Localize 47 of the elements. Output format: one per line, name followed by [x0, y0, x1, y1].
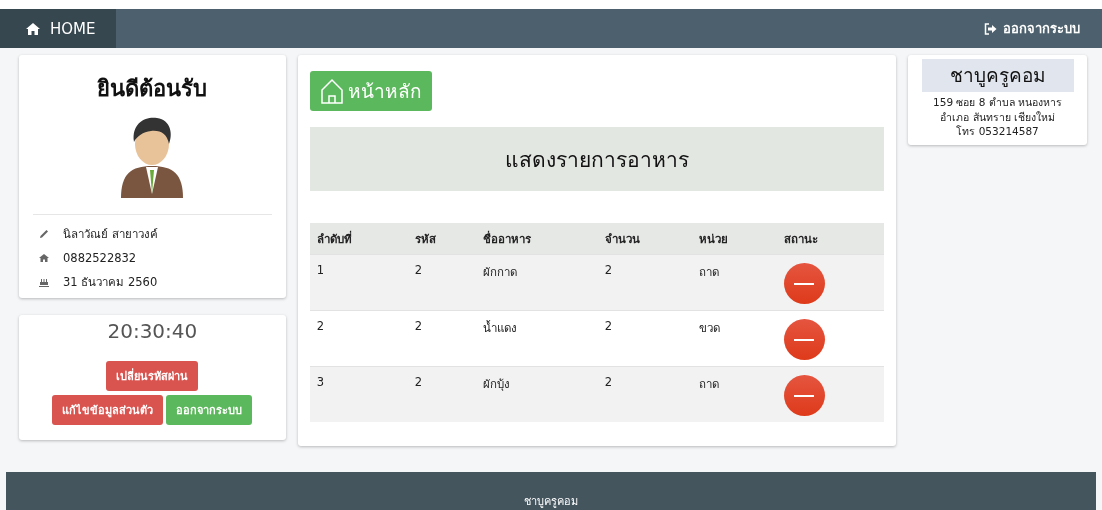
column-header: ลำดับที่ [309, 223, 408, 255]
address-line: โทร 053214587 [955, 124, 1040, 140]
home-icon [39, 253, 49, 263]
table-cell: ถาด [691, 366, 777, 422]
user-name: นิลาวัณย์ สายาวงค์ [63, 226, 158, 243]
table-cell: น้ำแดง [475, 310, 598, 367]
column-header: ชื่ออาหาร [475, 223, 598, 255]
remove-button[interactable] [783, 263, 825, 304]
home-icon [26, 22, 40, 35]
table-cell: 2 [407, 366, 476, 422]
page-heading: แสดงรายการอาหาร [504, 146, 689, 174]
address-line: อำเภอ สันทราย เชียงใหม่ [939, 109, 1056, 125]
clock-time: 20:30:40 [107, 319, 198, 343]
remove-button[interactable] [783, 375, 825, 416]
remove-button[interactable] [783, 319, 825, 360]
pencil-icon [39, 229, 49, 239]
date-text: 31 ธันวาคม 2560 [63, 274, 158, 291]
home-button[interactable]: หน้าหลัก [309, 71, 432, 111]
table-cell: 2 [407, 310, 476, 367]
table-cell: 2 [597, 366, 692, 422]
table-cell: 2 [309, 310, 408, 367]
footer-shop-name: ชาบูครูคอม [524, 494, 578, 510]
table-cell: 2 [597, 310, 692, 367]
change-password-button[interactable]: เปลี่ยนรหัสผ่าน [106, 361, 199, 391]
column-header: สถานะ [776, 223, 885, 255]
home-icon [319, 77, 344, 105]
shop-name: ชาบูครูคอม [921, 59, 1074, 92]
cake-icon [39, 277, 49, 287]
logout-button[interactable]: ออกจากระบบ [166, 395, 253, 425]
welcome-title: ยินดีต้อนรับ [97, 75, 208, 103]
column-header: รหัส [407, 223, 476, 255]
table-cell: 2 [597, 254, 692, 311]
address-line: 159 ซอย 8 ตำบล หนองหาร [933, 95, 1063, 110]
edit-profile-button[interactable]: แก้ไขข้อมูลส่วนตัว [52, 395, 164, 425]
table-cell: 2 [407, 254, 476, 311]
table-cell: ขวด [691, 310, 777, 367]
sign-out-icon [984, 22, 997, 35]
column-header: จำนวน [597, 223, 692, 255]
table-cell: 1 [309, 254, 408, 311]
logout-nav-link[interactable]: ออกจากระบบ [984, 9, 1102, 48]
table-cell: ผักบุ้ง [475, 366, 598, 422]
table-cell: 3 [309, 366, 408, 422]
home-nav-link[interactable]: HOME [0, 9, 116, 48]
table-cell: ถาด [691, 254, 777, 311]
table-cell: ผักกาด [475, 254, 598, 311]
phone-number: 0882522832 [63, 251, 137, 265]
column-header: หน่วย [691, 223, 777, 255]
